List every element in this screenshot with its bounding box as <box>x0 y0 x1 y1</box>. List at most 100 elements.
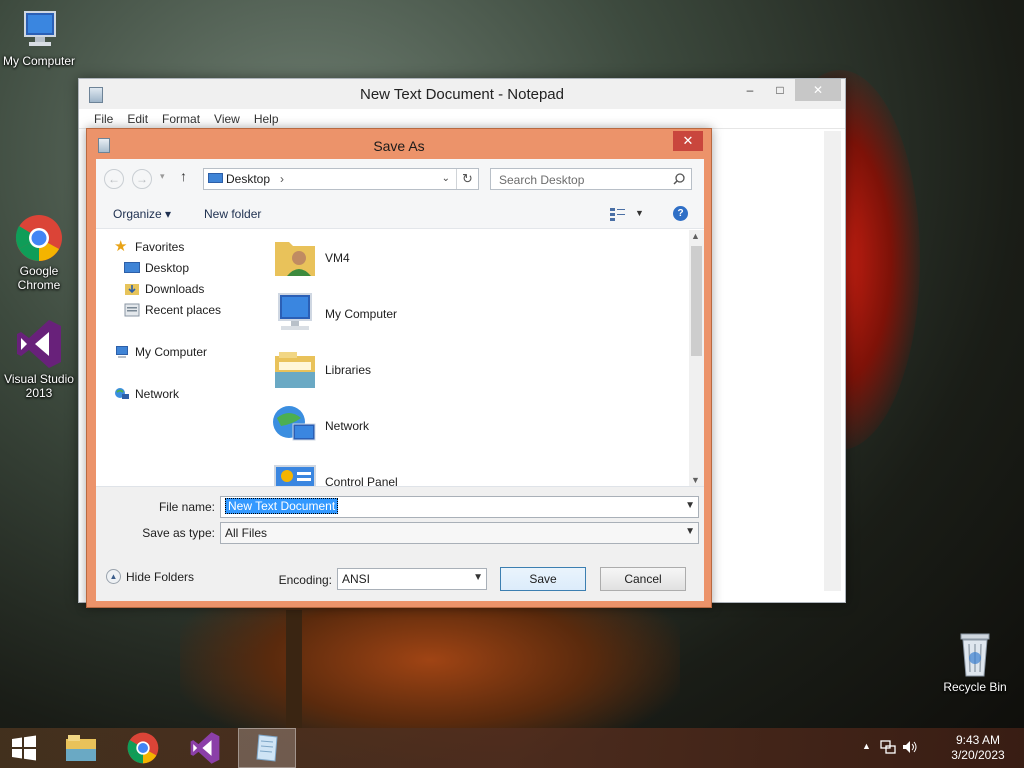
chevron-down-icon[interactable]: ▼ <box>685 500 695 511</box>
nav-recent-places[interactable]: Recent places <box>124 303 221 317</box>
nav-label: My Computer <box>135 345 208 359</box>
show-hidden-icons-icon[interactable]: ▲ <box>862 741 871 751</box>
desktop-icon-recycle-bin[interactable]: Recycle Bin <box>936 630 1014 694</box>
address-bar[interactable]: Desktop › ⌄ ↻ <box>203 168 479 190</box>
forward-button[interactable]: → <box>132 169 152 189</box>
taskbar-visual-studio[interactable] <box>176 728 234 768</box>
cancel-button[interactable]: Cancel <box>600 567 686 591</box>
menu-format[interactable]: Format <box>155 109 207 128</box>
start-button[interactable] <box>0 728 48 768</box>
encoding-select[interactable]: ANSI ▼ <box>337 568 487 590</box>
save-as-dialog: Save As ✕ ← → ▾ ↑ Desktop › ⌄ ↻ Search D… <box>86 128 712 608</box>
taskbar-file-explorer[interactable] <box>52 728 110 768</box>
save-button[interactable]: Save <box>500 567 586 591</box>
navigation-pane: ★ Favorites Desktop Downloads Recent pla… <box>96 230 256 486</box>
file-name: Libraries <box>325 363 372 377</box>
menu-file[interactable]: File <box>87 109 120 128</box>
nav-favorites[interactable]: ★ Favorites <box>114 239 185 254</box>
desktop-icon-label: Recycle Bin <box>943 680 1007 694</box>
nav-desktop[interactable]: Desktop <box>124 261 189 275</box>
file-item-network[interactable]: Network <box>271 402 369 450</box>
taskbar-chrome[interactable] <box>114 728 172 768</box>
nav-network[interactable]: Network <box>114 387 179 401</box>
file-item-libraries[interactable]: Libraries <box>271 346 371 394</box>
file-list-scrollbar[interactable]: ▲ ▼ <box>689 230 704 486</box>
save-as-title-bar[interactable]: Save As ✕ <box>87 129 711 159</box>
desktop-icon-visual-studio[interactable]: Visual Studio 2013 <box>0 318 78 400</box>
taskbar: ▲ 9:43 AM 3/20/2023 <box>0 728 1024 768</box>
search-placeholder: Search Desktop <box>499 173 585 187</box>
clock-date: 3/20/2023 <box>951 748 1005 762</box>
organize-button[interactable]: Organize ▾ <box>113 207 171 221</box>
menu-edit[interactable]: Edit <box>120 109 155 128</box>
scroll-down-icon[interactable]: ▼ <box>691 475 700 485</box>
file-item-vm4[interactable]: VM4 <box>271 234 350 282</box>
chevron-up-icon: ▲ <box>106 569 121 584</box>
view-dropdown-icon[interactable]: ▼ <box>635 208 644 218</box>
save-as-type-value: All Files <box>225 526 268 540</box>
downloads-icon <box>125 284 139 295</box>
file-explorer-icon <box>66 735 96 761</box>
windows-logo-icon <box>12 735 36 761</box>
file-item-my-computer[interactable]: My Computer <box>271 290 397 338</box>
notepad-text-area[interactable] <box>709 131 839 591</box>
notepad-title-bar[interactable]: New Text Document - Notepad – □ ✕ <box>79 79 845 109</box>
libraries-icon <box>275 352 315 388</box>
desktop-icon-my-computer[interactable]: My Computer <box>0 8 78 68</box>
notepad-icon <box>256 734 278 762</box>
menu-view[interactable]: View <box>207 109 247 128</box>
view-options-icon[interactable] <box>610 207 626 221</box>
hide-folders-button[interactable]: ▲ Hide Folders <box>106 569 194 584</box>
volume-icon[interactable] <box>902 740 918 754</box>
chevron-down-icon[interactable]: ▼ <box>685 526 695 537</box>
scroll-up-icon[interactable]: ▲ <box>691 231 700 241</box>
clock[interactable]: 9:43 AM 3/20/2023 <box>948 733 1008 763</box>
refresh-icon[interactable]: ↻ <box>456 169 478 189</box>
encoding-value: ANSI <box>342 572 371 586</box>
wallpaper-stem <box>286 610 302 730</box>
nav-label: Favorites <box>135 240 185 254</box>
up-arrow-icon[interactable]: ↑ <box>180 168 187 184</box>
new-folder-button[interactable]: New folder <box>204 207 261 221</box>
menu-help[interactable]: Help <box>247 109 286 128</box>
visual-studio-icon <box>17 320 61 368</box>
nav-my-computer[interactable]: My Computer <box>114 345 207 359</box>
breadcrumb-chevron-icon[interactable]: › <box>280 172 284 186</box>
search-icon <box>673 173 685 185</box>
save-as-type-select[interactable]: All Files ▼ <box>220 522 699 544</box>
address-toolbar: ← → ▾ ↑ Desktop › ⌄ ↻ Search Desktop <box>96 159 704 199</box>
nav-downloads[interactable]: Downloads <box>124 282 204 296</box>
desktop-icon <box>208 173 223 183</box>
taskbar-notepad[interactable] <box>238 728 296 768</box>
file-name: Network <box>325 419 370 433</box>
file-name: Control Panel <box>325 475 398 486</box>
scroll-thumb[interactable] <box>691 246 702 356</box>
back-button[interactable]: ← <box>104 169 124 189</box>
desktop-icon-google-chrome[interactable]: Google Chrome <box>0 214 78 292</box>
chrome-icon <box>127 732 159 764</box>
search-input[interactable]: Search Desktop <box>490 168 692 190</box>
maximize-button[interactable]: □ <box>765 79 795 101</box>
save-as-type-label: Save as type: <box>142 526 215 540</box>
help-icon[interactable]: ? <box>673 206 688 221</box>
nav-label: Desktop <box>145 261 190 275</box>
chevron-down-icon[interactable]: ▼ <box>473 572 483 583</box>
desktop-icon-label: Google Chrome <box>17 264 61 292</box>
hide-folders-label: Hide Folders <box>126 569 195 584</box>
notepad-scrollbar[interactable] <box>824 131 841 591</box>
visual-studio-icon <box>190 732 220 764</box>
save-as-title: Save As <box>373 138 425 154</box>
recent-dropdown-icon[interactable]: ▾ <box>160 171 165 182</box>
command-bar: Organize ▾ New folder ▼ ? <box>96 199 704 229</box>
file-item-control-panel[interactable]: Control Panel <box>271 458 398 486</box>
chrome-icon <box>15 215 62 261</box>
desktop-icon <box>124 262 140 273</box>
file-name: VM4 <box>325 251 350 265</box>
minimize-button[interactable]: – <box>735 79 765 101</box>
close-button[interactable]: ✕ <box>673 131 703 151</box>
address-location: Desktop <box>226 172 271 186</box>
close-button[interactable]: ✕ <box>795 79 841 101</box>
chevron-down-icon[interactable]: ⌄ <box>442 173 450 184</box>
network-status-icon[interactable] <box>880 740 896 754</box>
file-name-field[interactable]: New Text Document ▼ <box>220 496 699 518</box>
